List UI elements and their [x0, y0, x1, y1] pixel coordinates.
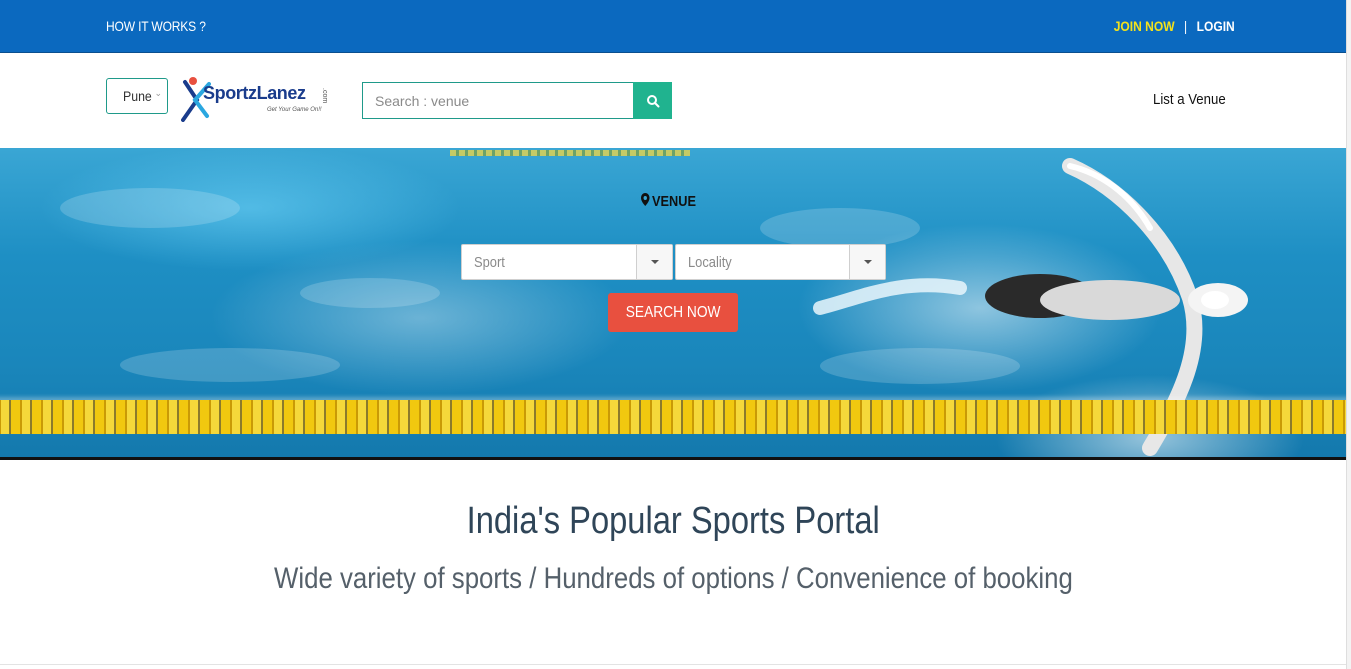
auth-links: JOIN NOW | LOGIN [1114, 18, 1235, 34]
scrollbar[interactable] [1346, 0, 1351, 669]
city-select[interactable]: Pune ⌄ [106, 78, 168, 114]
page-subheadline: Wide variety of sports / Hundreds of opt… [0, 562, 1346, 596]
hero-banner: VENUE Sport Locality SEARCH NOW [0, 148, 1346, 460]
locality-select[interactable]: Locality [675, 244, 886, 280]
map-pin-icon [641, 193, 650, 210]
list-a-venue-link[interactable]: List a Venue [1153, 91, 1226, 108]
sport-select-value: Sport [474, 254, 505, 271]
logo-tagline: Get Your Game On!! [267, 107, 322, 113]
venue-search-input[interactable] [362, 82, 634, 119]
top-bar: HOW IT WORKS ? JOIN NOW | LOGIN [0, 0, 1346, 53]
how-it-works-link[interactable]: HOW IT WORKS ? [106, 18, 206, 34]
chevron-down-icon[interactable] [849, 245, 885, 279]
divider [0, 664, 1346, 665]
logo-brand-text: SportzLanez [203, 83, 306, 103]
venue-heading: VENUE [641, 193, 696, 210]
auth-separator: | [1184, 18, 1188, 34]
venue-heading-text: VENUE [652, 193, 696, 210]
page-headline: India's Popular Sports Portal [0, 500, 1346, 543]
locality-select-value: Locality [688, 254, 732, 271]
chevron-down-icon[interactable] [636, 245, 672, 279]
site-logo[interactable]: SportzLanez Get Your Game On!! .com [181, 76, 337, 124]
lane-rope [0, 400, 1346, 434]
venue-search-button[interactable] [633, 82, 672, 119]
search-icon [646, 94, 659, 107]
venue-search [362, 82, 672, 119]
login-link[interactable]: LOGIN [1197, 18, 1235, 34]
search-now-label: SEARCH NOW [625, 303, 721, 321]
city-select-value: Pune [123, 88, 152, 104]
site-header: Pune ⌄ SportzLanez Get Your Game On!! .c… [0, 53, 1346, 148]
subline-text: Wide variety of sports / Hundreds of opt… [273, 562, 1073, 595]
sport-select[interactable]: Sport [461, 244, 673, 280]
search-now-button[interactable]: SEARCH NOW [608, 293, 738, 332]
chevron-down-icon: ⌄ [154, 88, 162, 98]
join-now-link[interactable]: JOIN NOW [1114, 18, 1175, 34]
headline-text: India's Popular Sports Portal [466, 500, 880, 542]
logo-domain-suffix: .com [321, 88, 328, 104]
